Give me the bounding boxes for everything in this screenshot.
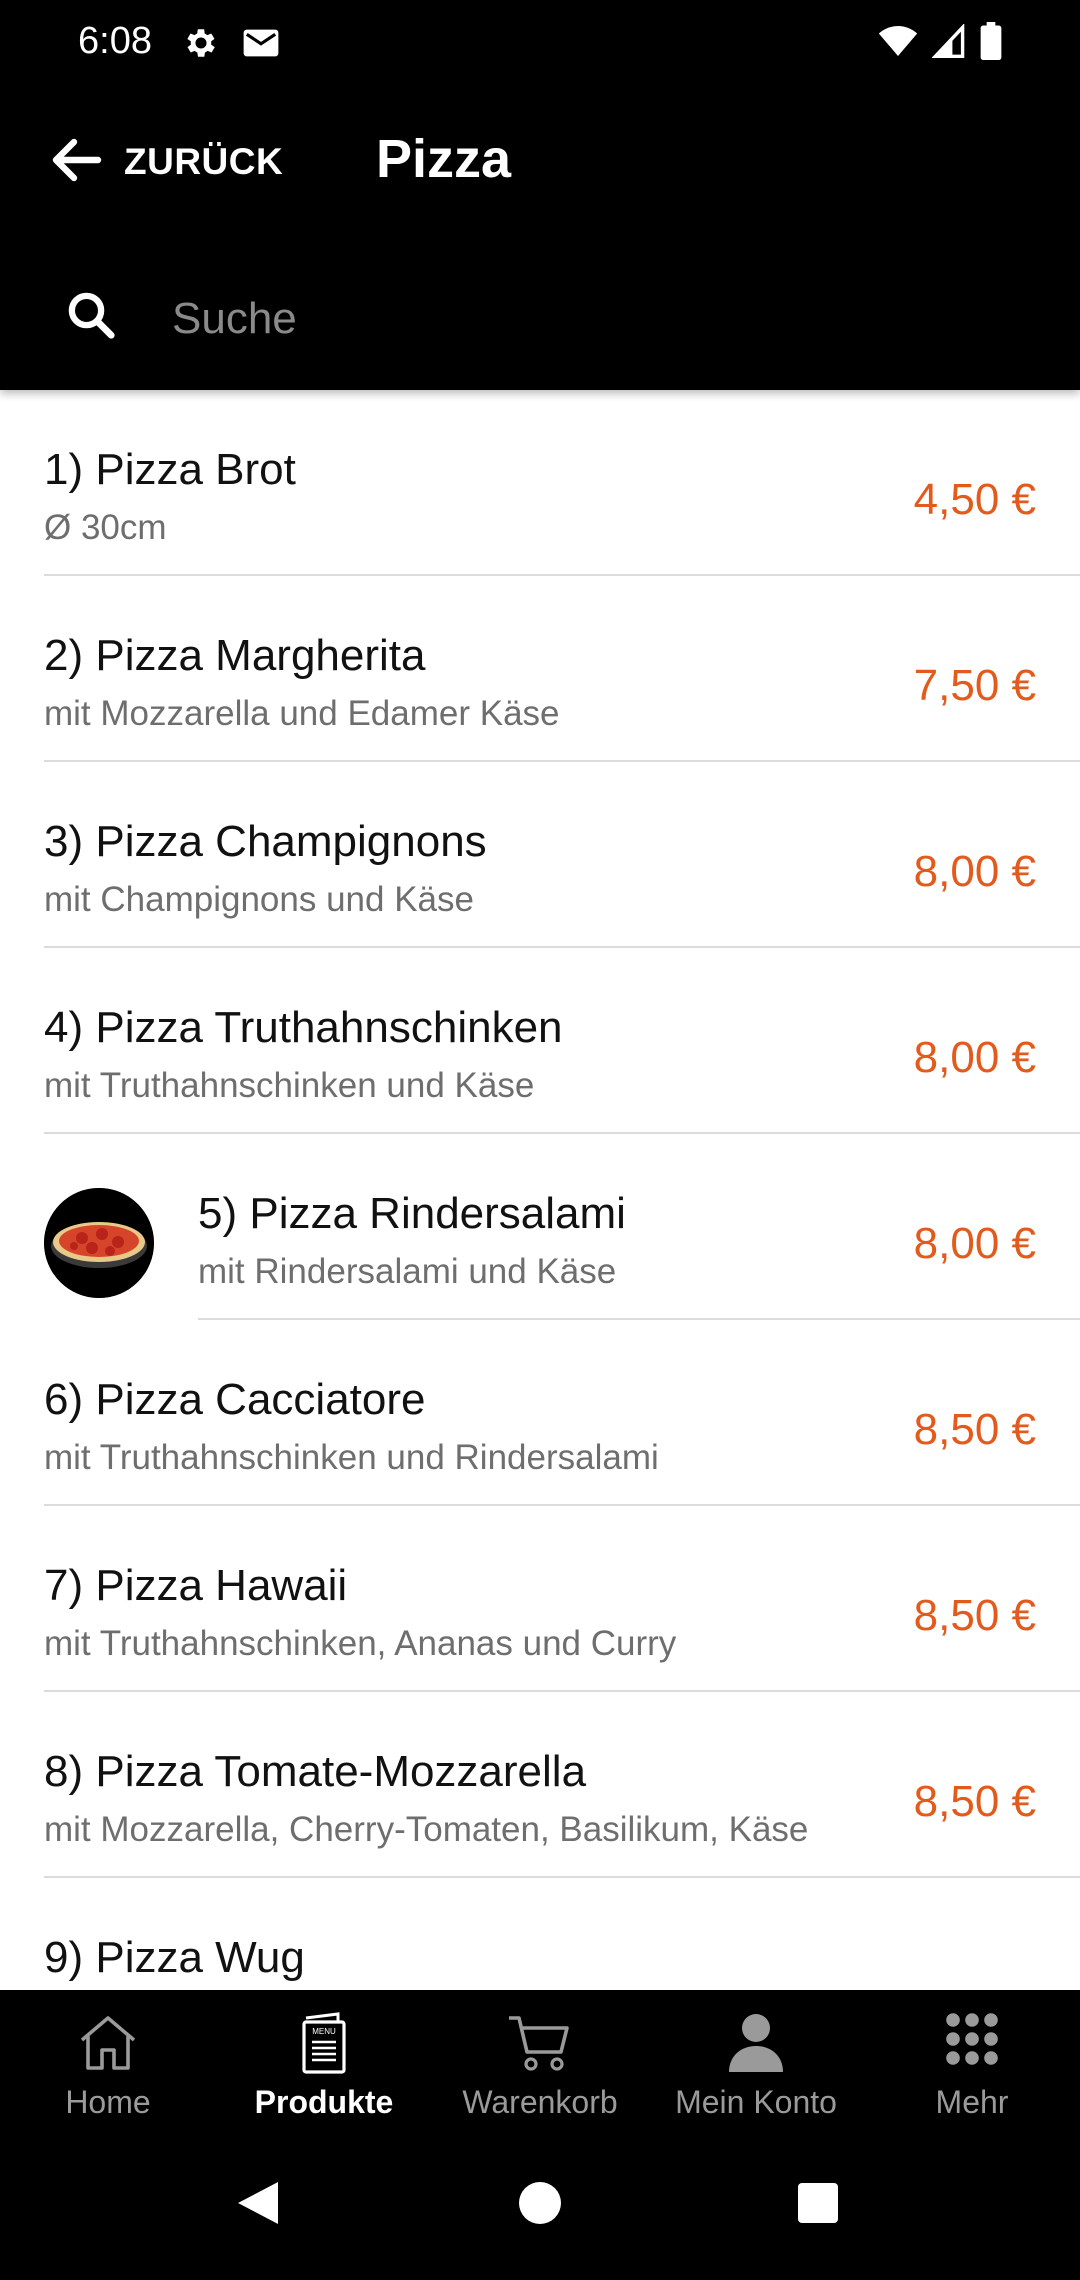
nav-label: Mein Konto [675,2084,837,2120]
item-title: 8) Pizza Tomate-Mozzarella [44,1747,587,1796]
nav-item-mehr[interactable]: Mehr [864,1990,1080,2130]
list-item[interactable]: 4) Pizza Truthahnschinken mit Truthahnsc… [0,948,1080,1134]
item-text: 3) Pizza Champignons mit Champignons und… [44,817,487,919]
item-text: 5) Pizza Rindersalami mit Rindersalami u… [198,1189,626,1291]
item-price: 4,50 € [913,475,1036,524]
item-description: mit Champignons und Käse [44,880,474,919]
status-icons-left [182,24,280,67]
product-list: 1) Pizza Brot Ø 30cm 4,50 € 2) Pizza Mar… [0,390,1080,2064]
cart-icon [507,2012,573,2079]
search-input[interactable] [170,286,1034,352]
item-title: 9) Pizza Wug [44,1933,305,1982]
svg-text:MENU: MENU [312,2027,336,2036]
nav-item-produkte[interactable]: MENU Produkte [216,1990,432,2130]
account-icon [727,2012,785,2077]
nav-item-warenkorb[interactable]: Warenkorb [432,1990,648,2130]
nav-label: Mehr [935,2084,1009,2120]
item-title: 7) Pizza Hawaii [44,1561,348,1610]
item-title: 5) Pizza Rindersalami [198,1189,626,1238]
mail-icon [242,28,280,63]
system-nav-bar [0,2130,1080,2280]
item-text: 8) Pizza Tomate-Mozzarella mit Mozzarell… [44,1747,809,1849]
search-bar [0,268,1080,368]
item-text: 9) Pizza Wug [44,1936,305,1980]
battery-icon [980,22,1002,65]
list-item[interactable]: 5) Pizza Rindersalami mit Rindersalami u… [0,1134,1080,1320]
list-item[interactable]: 8) Pizza Tomate-Mozzarella mit Mozzarell… [0,1692,1080,1878]
item-description: mit Mozzarella, Cherry-Tomaten, Basiliku… [44,1810,809,1849]
item-price: 7,50 € [913,661,1036,710]
item-title: 6) Pizza Cacciatore [44,1375,426,1424]
item-text: 7) Pizza Hawaii mit Truthahnschinken, An… [44,1561,677,1663]
item-price: 8,50 € [913,1777,1036,1826]
back-button[interactable]: ZURÜCK [50,130,283,194]
item-description: mit Mozzarella und Edamer Käse [44,694,560,733]
nav-label: Home [65,2084,151,2120]
item-price: 8,50 € [913,1591,1036,1640]
page-title: Pizza [376,129,512,189]
item-title: 1) Pizza Brot [44,445,296,494]
arrow-left-icon [50,138,102,187]
bottom-nav: Home MENU Produkte Warenkorb Mein Konto … [0,1990,1080,2130]
item-title: 2) Pizza Margherita [44,631,426,680]
nav-item-mein-konto[interactable]: Mein Konto [648,1990,864,2130]
search-icon [64,288,118,347]
item-description: mit Rindersalami und Käse [198,1252,617,1291]
item-price: 8,00 € [913,847,1036,896]
app-header: ZURÜCK Pizza [0,88,1080,390]
status-bar: 6:08 [0,0,1080,88]
item-description: Ø 30cm [44,508,167,547]
item-text: 6) Pizza Cacciatore mit Truthahnschinken… [44,1375,659,1477]
home-circle-icon[interactable] [518,2178,562,2233]
item-description: mit Truthahnschinken, Ananas und Curry [44,1624,677,1663]
back-triangle-icon[interactable] [234,2178,282,2233]
nav-item-home[interactable]: Home [0,1990,216,2130]
list-item[interactable]: 3) Pizza Champignons mit Champignons und… [0,762,1080,948]
list-item[interactable]: 6) Pizza Cacciatore mit Truthahnschinken… [0,1320,1080,1506]
back-label: ZURÜCK [124,141,284,182]
home-icon [76,2012,140,2077]
menu-card-icon: MENU [298,2012,350,2079]
list-item[interactable]: 1) Pizza Brot Ø 30cm 4,50 € [0,390,1080,576]
nav-label: Warenkorb [462,2084,618,2120]
nav-label: Produkte [254,2084,394,2120]
pizza-thumbnail [44,1188,154,1298]
list-item[interactable]: 7) Pizza Hawaii mit Truthahnschinken, An… [0,1506,1080,1692]
item-text: 2) Pizza Margherita mit Mozzarella und E… [44,631,560,733]
list-item[interactable]: 2) Pizza Margherita mit Mozzarella und E… [0,576,1080,762]
item-text: 1) Pizza Brot Ø 30cm [44,445,296,547]
gear-icon [182,24,220,67]
item-price: 8,00 € [913,1219,1036,1268]
item-price: 8,50 € [913,1405,1036,1454]
item-description: mit Truthahnschinken und Rindersalami [44,1438,659,1477]
item-price: 8,00 € [913,1033,1036,1082]
item-text: 4) Pizza Truthahnschinken mit Truthahnsc… [44,1003,563,1105]
signal-icon [931,23,966,63]
status-icons-right [878,22,1002,65]
wifi-icon [878,25,918,62]
item-title: 3) Pizza Champignons [44,817,487,866]
item-description: mit Truthahnschinken und Käse [44,1066,535,1105]
grid-icon [945,2012,999,2071]
status-time: 6:08 [78,20,152,62]
recents-square-icon[interactable] [796,2178,840,2233]
item-title: 4) Pizza Truthahnschinken [44,1003,563,1052]
